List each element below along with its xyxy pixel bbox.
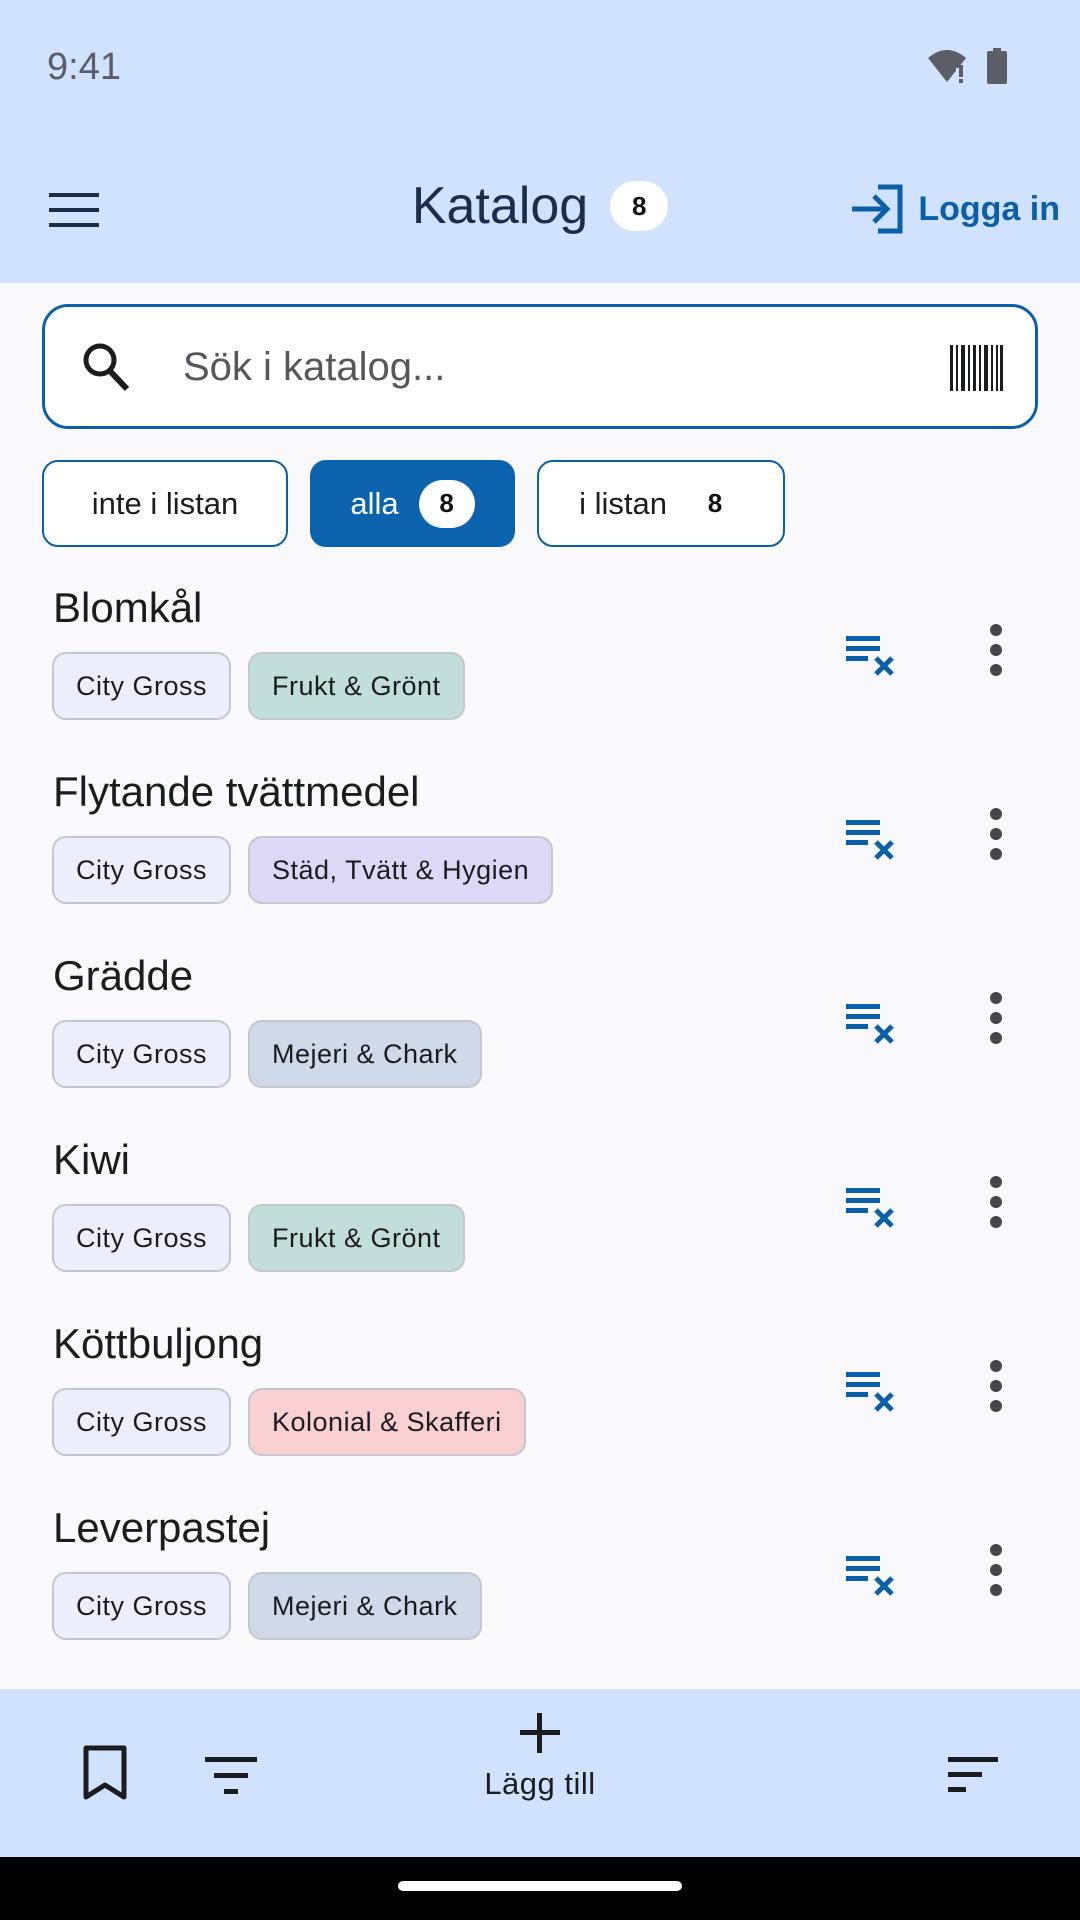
plus-icon [520, 1713, 560, 1753]
item-tags: City Gross Städ, Tvätt & Hygien [52, 836, 554, 904]
store-tag: City Gross [52, 1388, 232, 1456]
search-input[interactable] [183, 329, 943, 405]
more-vert-icon[interactable] [976, 799, 1016, 869]
more-vert-icon[interactable] [976, 1535, 1016, 1605]
status-time: 9:41 [47, 46, 121, 88]
playlist-remove-icon[interactable] [838, 1174, 904, 1234]
list-item[interactable]: Kiwi City Gross Frukt & Grönt [0, 1122, 1080, 1306]
add-label: Lägg till [484, 1766, 596, 1801]
list-item[interactable]: Köttbuljong City Gross Kolonial & Skaffe… [0, 1306, 1080, 1490]
item-tags: City Gross Frukt & Grönt [52, 1204, 465, 1272]
more-vert-icon[interactable] [976, 983, 1016, 1053]
wifi-icon [928, 50, 966, 83]
chip-label: inte i listan [91, 485, 239, 521]
category-tag: Kolonial & Skafferi [248, 1388, 526, 1456]
chip-count: 8 [686, 479, 743, 528]
store-tag: City Gross [52, 652, 232, 720]
item-name: Kiwi [53, 1136, 131, 1183]
chip-all[interactable]: alla 8 [310, 460, 515, 547]
login-label: Logga in [918, 189, 1060, 228]
search-box[interactable] [42, 304, 1038, 429]
filter-chips: inte i listan alla 8 i listan 8 [42, 460, 785, 547]
page-title: Katalog [411, 177, 589, 235]
login-icon [852, 184, 903, 234]
list-item[interactable]: Blomkål City Gross Frukt & Grönt [0, 570, 1080, 754]
playlist-remove-icon[interactable] [838, 1358, 904, 1418]
filter-icon[interactable] [205, 1757, 257, 1795]
item-name: Grädde [53, 952, 194, 999]
item-tags: City Gross Frukt & Grönt [52, 652, 465, 720]
bookmark-icon[interactable] [82, 1745, 128, 1801]
item-tags: City Gross Mejeri & Chark [52, 1572, 482, 1640]
item-tags: City Gross Kolonial & Skafferi [52, 1388, 526, 1456]
chip-in-list[interactable]: i listan 8 [537, 460, 785, 547]
add-button[interactable]: Lägg till [440, 1711, 640, 1802]
item-name: Köttbuljong [53, 1320, 264, 1367]
item-name: Blomkål [53, 584, 203, 631]
playlist-remove-icon[interactable] [838, 622, 904, 682]
system-nav-bar [0, 1857, 1080, 1920]
more-vert-icon[interactable] [976, 615, 1016, 685]
chip-count: 8 [418, 479, 475, 528]
store-tag: City Gross [52, 1020, 232, 1088]
list-item[interactable]: Grädde City Gross Mejeri & Chark [0, 938, 1080, 1122]
item-tags: City Gross Mejeri & Chark [52, 1020, 482, 1088]
app-bar: Katalog 8 Logga in [0, 150, 1080, 270]
search-icon [83, 343, 130, 392]
login-button[interactable]: Logga in [850, 184, 1060, 234]
item-name: Leverpastej [53, 1504, 271, 1551]
category-tag: Mejeri & Chark [248, 1572, 482, 1640]
list-item[interactable]: Leverpastej City Gross Mejeri & Chark [0, 1490, 1080, 1674]
item-name: Flytande tvättmedel [53, 768, 420, 815]
playlist-remove-icon[interactable] [838, 990, 904, 1050]
category-tag: Mejeri & Chark [248, 1020, 482, 1088]
top-area: 9:41 Katalog 8 Logga in [0, 0, 1080, 283]
more-vert-icon[interactable] [976, 1167, 1016, 1237]
catalog-list: Blomkål City Gross Frukt & Grönt Flytand… [0, 570, 1080, 1674]
chip-label: alla [350, 485, 399, 521]
category-tag: Frukt & Grönt [248, 652, 465, 720]
category-tag: Städ, Tvätt & Hygien [248, 836, 554, 904]
count-badge: 8 [610, 181, 669, 231]
playlist-remove-icon[interactable] [838, 1542, 904, 1602]
category-tag: Frukt & Grönt [248, 1204, 465, 1272]
battery-icon [987, 48, 1007, 84]
home-handle[interactable] [398, 1881, 682, 1891]
store-tag: City Gross [52, 1204, 232, 1272]
status-icons [926, 48, 1008, 84]
store-tag: City Gross [52, 836, 232, 904]
chip-not-in-list[interactable]: inte i listan [42, 460, 288, 547]
bottom-app-bar: Lägg till [0, 1689, 1080, 1857]
store-tag: City Gross [52, 1572, 232, 1640]
barcode-icon[interactable] [949, 341, 1003, 395]
playlist-remove-icon[interactable] [838, 806, 904, 866]
list-item[interactable]: Flytande tvättmedel City Gross Städ, Tvä… [0, 754, 1080, 938]
chip-label: i listan [579, 485, 667, 521]
more-vert-icon[interactable] [976, 1351, 1016, 1421]
sort-icon[interactable] [948, 1757, 998, 1793]
